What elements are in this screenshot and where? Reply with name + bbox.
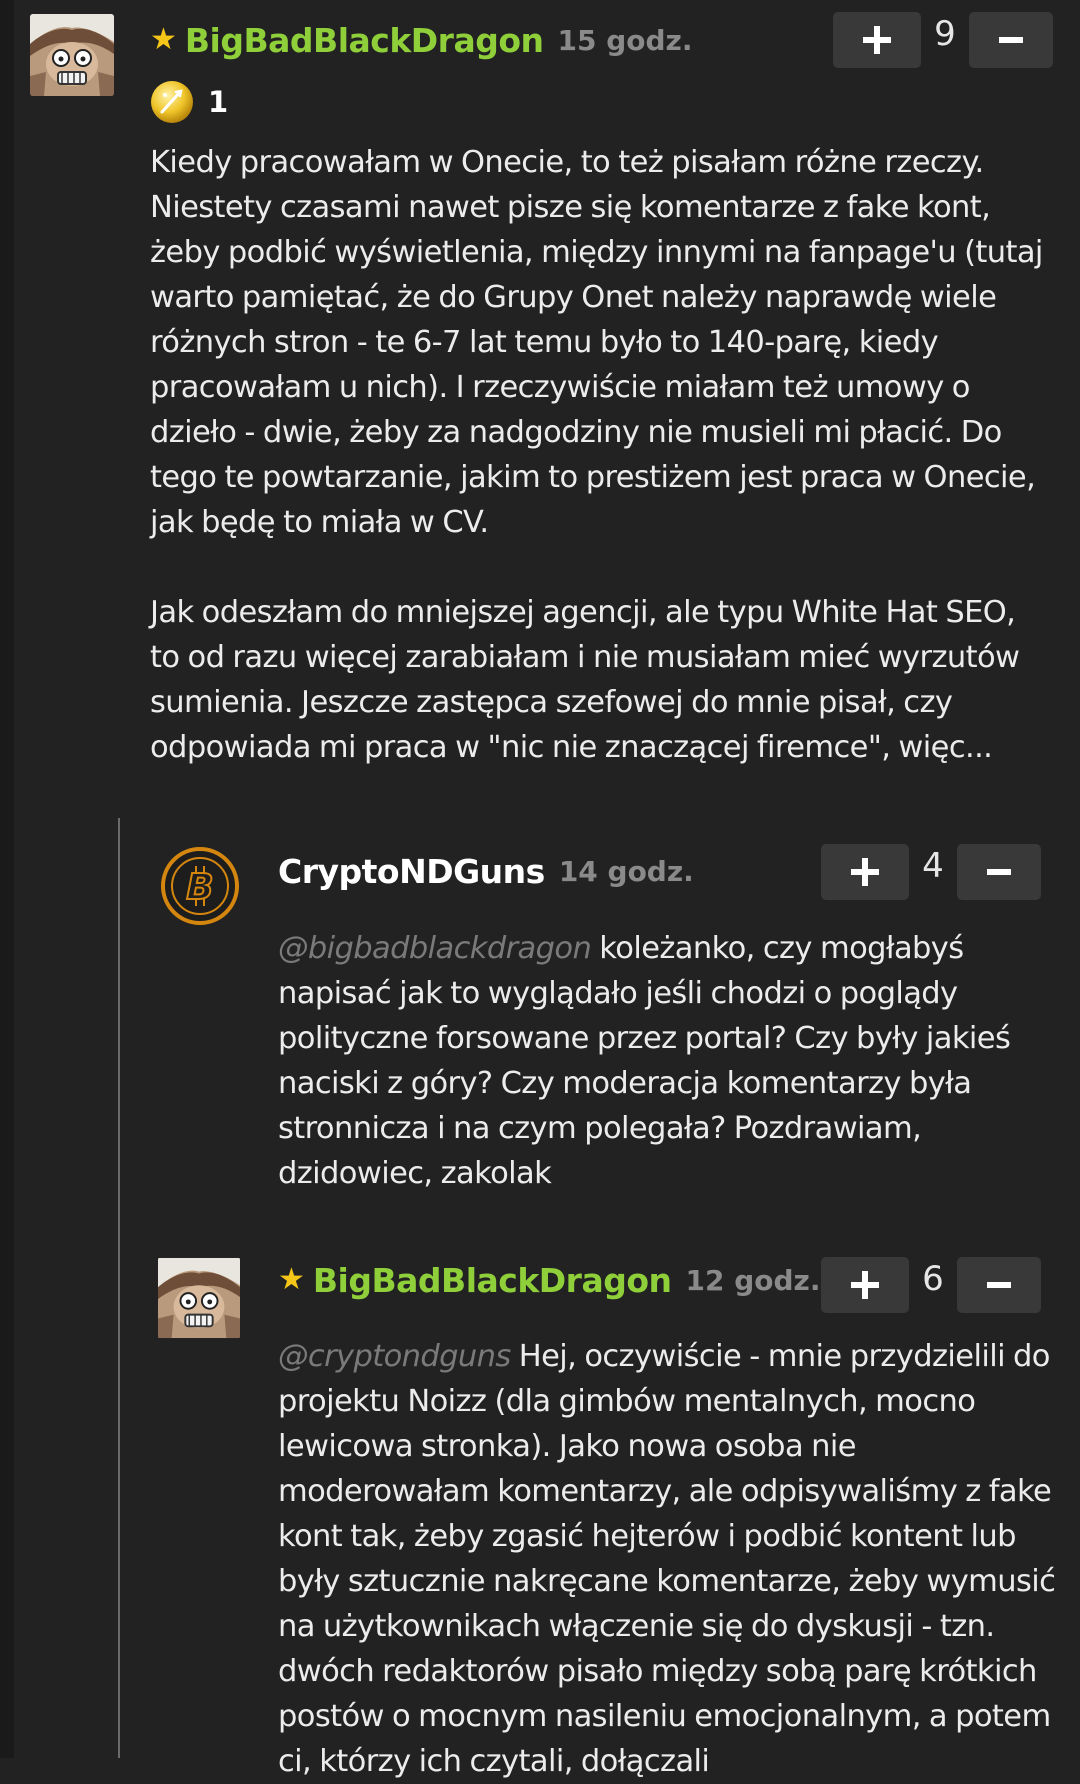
- reply-comment: ★ BigBadBlackDragon 12 godz. 6 @cryptond…: [0, 1230, 1080, 1779]
- comment-paragraph: Kiedy pracowałam w Onecie, to też pisała…: [150, 145, 1043, 540]
- upvote-button[interactable]: [833, 12, 921, 68]
- comment-header: ★ BigBadBlackDragon 15 godz.: [150, 15, 692, 65]
- vote-controls: 4: [821, 844, 1041, 900]
- downvote-button[interactable]: [957, 844, 1041, 900]
- minus-icon: [987, 1282, 1011, 1288]
- timestamp[interactable]: 15 godz.: [558, 24, 693, 57]
- svg-text:B: B: [186, 867, 213, 908]
- comment-body: @bigbadblackdragon koleżanko, czy mogłab…: [278, 926, 1060, 1196]
- star-icon: ★: [278, 1262, 305, 1297]
- comment-body: Kiedy pracowałam w Onecie, to też pisała…: [150, 140, 1050, 770]
- username[interactable]: BigBadBlackDragon: [185, 21, 544, 60]
- anime-avatar-icon: [30, 14, 114, 96]
- avatar[interactable]: [158, 1257, 240, 1339]
- bitcoin-avatar-icon: B: [158, 844, 242, 928]
- timestamp[interactable]: 12 godz.: [686, 1264, 821, 1297]
- user-mention[interactable]: @cryptondguns: [278, 1339, 511, 1374]
- upvote-button[interactable]: [821, 844, 909, 900]
- star-icon: ★: [150, 22, 177, 57]
- username[interactable]: CryptoNDGuns: [278, 852, 545, 891]
- plus-icon-stem: [862, 1271, 868, 1299]
- user-mention[interactable]: @bigbadblackdragon: [278, 931, 592, 966]
- comment-paragraph: @cryptondguns Hej, oczywiście - mnie prz…: [278, 1334, 1060, 1784]
- badge-row: 1: [150, 80, 228, 124]
- badge-count: 1: [208, 85, 229, 119]
- downvote-button[interactable]: [969, 12, 1053, 68]
- comment-text: koleżanko, czy mogłabyś napisać jak to w…: [278, 931, 1011, 1191]
- minus-icon: [999, 37, 1023, 43]
- plus-icon-stem: [874, 26, 880, 54]
- username[interactable]: BigBadBlackDragon: [313, 1261, 672, 1300]
- comment-body: @cryptondguns Hej, oczywiście - mnie prz…: [278, 1334, 1060, 1784]
- vote-controls: 6: [821, 1257, 1041, 1313]
- comment-text: Hej, oczywiście - mnie przydzielili do p…: [278, 1339, 1056, 1779]
- anime-avatar-icon: [158, 1257, 240, 1339]
- comment: ★ BigBadBlackDragon 15 godz. 9 1 Kiedy p…: [0, 0, 1080, 800]
- timestamp[interactable]: 14 godz.: [559, 855, 694, 888]
- avatar[interactable]: B: [158, 844, 242, 928]
- comment-header: CryptoNDGuns 14 godz.: [278, 846, 694, 896]
- vote-count: 9: [934, 14, 956, 54]
- reply-comment: B CryptoNDGuns 14 godz. 4 @bigbadblackdr…: [0, 820, 1080, 1210]
- vote-count: 4: [922, 846, 944, 886]
- gold-medal-icon[interactable]: [150, 80, 194, 124]
- downvote-button[interactable]: [957, 1257, 1041, 1313]
- avatar[interactable]: [30, 14, 114, 96]
- vote-controls: 9: [833, 12, 1053, 68]
- comment-paragraph: @bigbadblackdragon koleżanko, czy mogłab…: [278, 926, 1060, 1196]
- plus-icon-stem: [862, 858, 868, 886]
- upvote-button[interactable]: [821, 1257, 909, 1313]
- minus-icon: [987, 869, 1011, 875]
- comment-paragraph: Jak odeszłam do mniejszej agencji, ale t…: [150, 595, 1020, 765]
- comment-header: ★ BigBadBlackDragon 12 godz.: [278, 1255, 820, 1305]
- vote-count: 6: [922, 1259, 944, 1299]
